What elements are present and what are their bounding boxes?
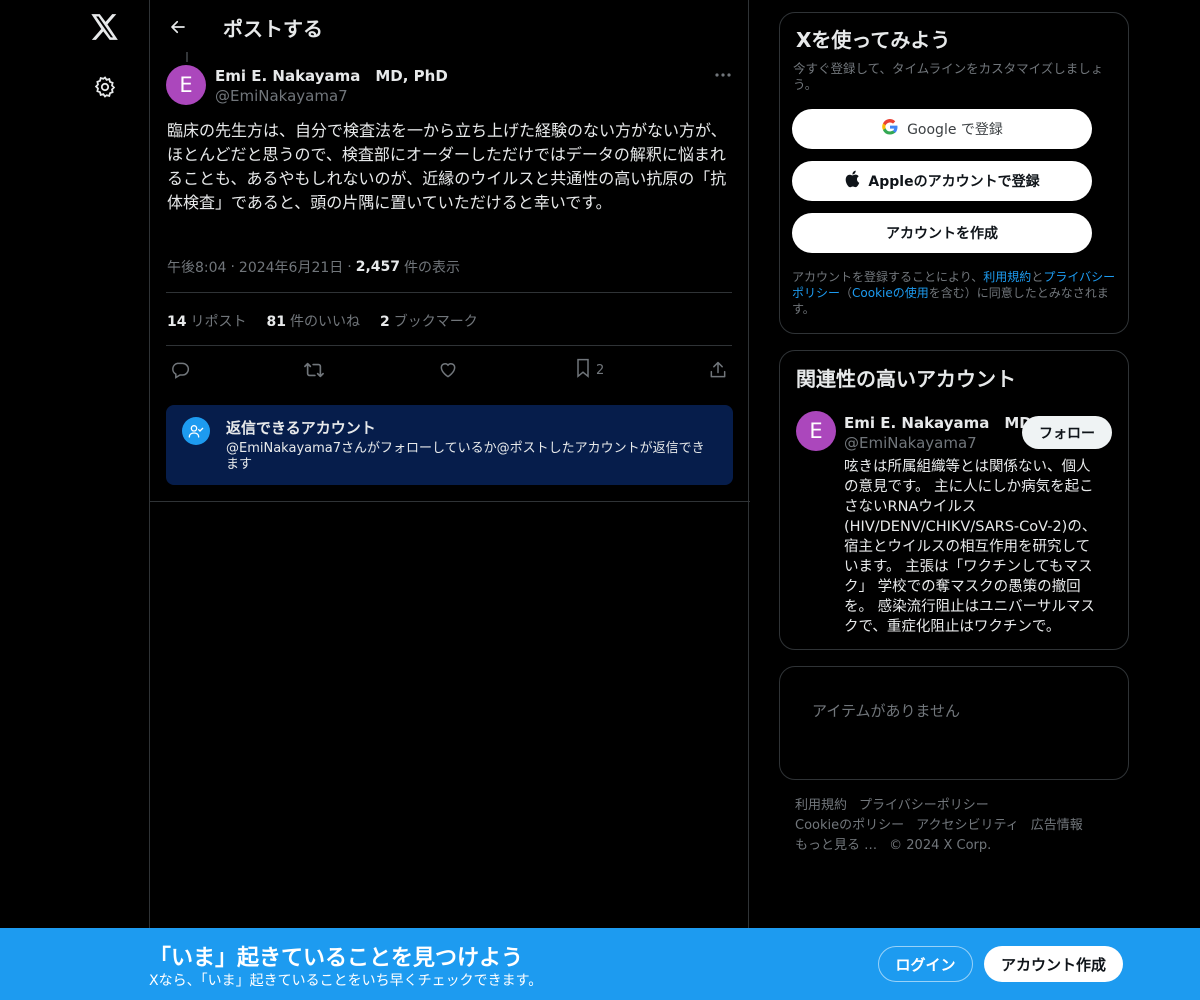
bookmarks-label: ブックマーク — [393, 314, 478, 330]
footer-copyright: © 2024 X Corp. — [889, 838, 992, 853]
banner-title: 「いま」起きていることを見つけよう — [149, 946, 524, 971]
avatar[interactable]: E — [166, 65, 206, 105]
views-label: 件の表示 — [404, 260, 461, 276]
footer-terms-link[interactable]: 利用規約 — [795, 798, 847, 813]
apple-signup-label: Appleのアカウントで登録 — [868, 174, 1040, 190]
signup-card: Xを使ってみよう 今すぐ登録して、タイムラインをカスタマイズしましょう。 Goo… — [779, 12, 1129, 334]
follow-button[interactable]: フォロー — [1022, 416, 1112, 449]
google-icon — [881, 118, 899, 140]
bookmark-icon — [574, 358, 592, 382]
terms-notice: アカウントを登録することにより、利用規約とプライバシーポリシー（Cookieの使… — [792, 269, 1122, 317]
share-icon[interactable] — [708, 356, 728, 384]
footer-accessibility-link[interactable]: アクセシビリティ — [916, 818, 1019, 833]
post-actions: 2 — [166, 356, 732, 384]
page-title: ポストする — [223, 17, 323, 41]
post-meta: 午後8:04 · 2024年6月21日 · 2,457 件の表示 — [167, 257, 460, 277]
apple-signup-button[interactable]: Appleのアカウントで登録 — [792, 161, 1092, 201]
signup-banner: 「いま」起きていることを見つけよう Xなら、「いま」起きていることをいち早くチェ… — [0, 928, 1200, 1000]
person-check-icon — [182, 417, 210, 445]
bookmark-button[interactable]: 2 — [574, 356, 604, 384]
reply-restriction-title: 返信できるアカウント — [226, 419, 376, 437]
post-time[interactable]: 午後8:04 — [167, 257, 226, 277]
related-accounts-card: 関連性の高いアカウント E Emi E. Nakayama MD @EmiNak… — [779, 350, 1129, 650]
related-account-handle[interactable]: @EmiNakayama7 — [844, 434, 977, 452]
likes-label: 件のいいね — [289, 314, 360, 330]
like-icon[interactable] — [438, 356, 458, 384]
author-handle[interactable]: @EmiNakayama7 — [215, 87, 348, 105]
related-account-name[interactable]: Emi E. Nakayama MD — [844, 412, 1032, 433]
thread-connector — [186, 52, 188, 62]
likes-count: 81 — [266, 314, 286, 330]
footer-more-link[interactable]: もっと見る … — [795, 838, 877, 853]
apple-icon — [844, 170, 860, 192]
divider — [166, 292, 732, 293]
terms-prefix: アカウントを登録することにより、 — [792, 270, 984, 284]
footer-privacy-link[interactable]: プライバシーポリシー — [859, 798, 989, 813]
terms-and: と — [1031, 270, 1044, 284]
post-text: 臨床の先生方は、自分で検査法を一から立ち上げた経験のない方がない方が、ほとんどだ… — [167, 121, 727, 212]
divider — [166, 345, 732, 346]
google-signup-button[interactable]: Google で登録 — [792, 109, 1092, 149]
meta-separator: · — [230, 259, 235, 275]
main-column: ポストする E Emi E. Nakayama MD, PhD @EmiNaka… — [149, 0, 750, 1000]
reply-restriction-box: 返信できるアカウント @EmiNakayama7さんがフォローしているか@ポスト… — [166, 405, 733, 485]
reply-icon[interactable] — [170, 356, 190, 384]
avatar-initial: E — [809, 419, 823, 443]
signup-button[interactable]: アカウント作成 — [984, 946, 1123, 982]
gear-icon[interactable] — [89, 71, 121, 103]
back-arrow-icon[interactable] — [164, 13, 192, 41]
terms-link[interactable]: 利用規約 — [983, 270, 1031, 284]
footer-links: 利用規約 プライバシーポリシー Cookieのポリシー アクセシビリティ 広告情報 も… — [795, 796, 1115, 856]
repost-icon[interactable] — [303, 356, 325, 384]
header: ポストする — [150, 0, 750, 54]
terms-paren: （ — [840, 286, 853, 300]
reposts-count: 14 — [167, 314, 187, 330]
create-account-button[interactable]: アカウントを作成 — [792, 213, 1092, 253]
post-date[interactable]: 2024年6月21日 — [239, 257, 343, 277]
likes-stat[interactable]: 81 件のいいね — [266, 311, 359, 331]
create-account-label: アカウントを作成 — [886, 226, 998, 242]
page: ポストする E Emi E. Nakayama MD, PhD @EmiNaka… — [0, 0, 1200, 1000]
signup-subtitle: 今すぐ登録して、タイムラインをカスタマイズしましょう。 — [793, 61, 1104, 92]
author-name[interactable]: Emi E. Nakayama MD, PhD — [215, 65, 448, 86]
post-stats: 14 リポスト 81 件のいいね 2 ブックマーク — [167, 311, 478, 331]
avatar-initial: E — [179, 73, 193, 97]
reposts-stat[interactable]: 14 リポスト — [167, 311, 246, 331]
reposts-label: リポスト — [190, 314, 247, 330]
avatar[interactable]: E — [796, 411, 836, 451]
left-nav — [0, 0, 150, 1000]
more-icon[interactable] — [710, 65, 736, 85]
footer-ads-link[interactable]: 広告情報 — [1031, 818, 1083, 833]
login-button[interactable]: ログイン — [878, 946, 973, 982]
signup-title: Xを使ってみよう — [796, 28, 951, 52]
trends-card: アイテムがありません — [779, 666, 1129, 780]
cookie-link[interactable]: Cookieの使用 — [852, 286, 929, 300]
banner-subtitle: Xなら、「いま」起きていることをいち早くチェックできます。 — [149, 973, 543, 989]
footer-cookie-link[interactable]: Cookieのポリシー — [795, 818, 904, 833]
empty-state-text: アイテムがありません — [812, 702, 961, 720]
bookmarks-stat[interactable]: 2 ブックマーク — [380, 311, 478, 331]
divider — [150, 501, 750, 502]
related-account-bio: 呟きは所属組織等とは関係ない、個人の意見です。 主に人にしか病気を起こさないRN… — [844, 459, 1097, 635]
views-count: 2,457 — [355, 259, 401, 275]
x-logo-icon[interactable] — [89, 11, 121, 43]
bookmark-action-count: 2 — [596, 362, 605, 378]
reply-restriction-description: @EmiNakayama7さんがフォローしているか@ポストしたアカウントが返信で… — [226, 441, 705, 472]
bookmarks-count: 2 — [379, 314, 390, 330]
meta-separator: · — [347, 259, 352, 275]
related-accounts-title: 関連性の高いアカウント — [796, 367, 1016, 391]
google-signup-label: Google で登録 — [907, 122, 1003, 138]
